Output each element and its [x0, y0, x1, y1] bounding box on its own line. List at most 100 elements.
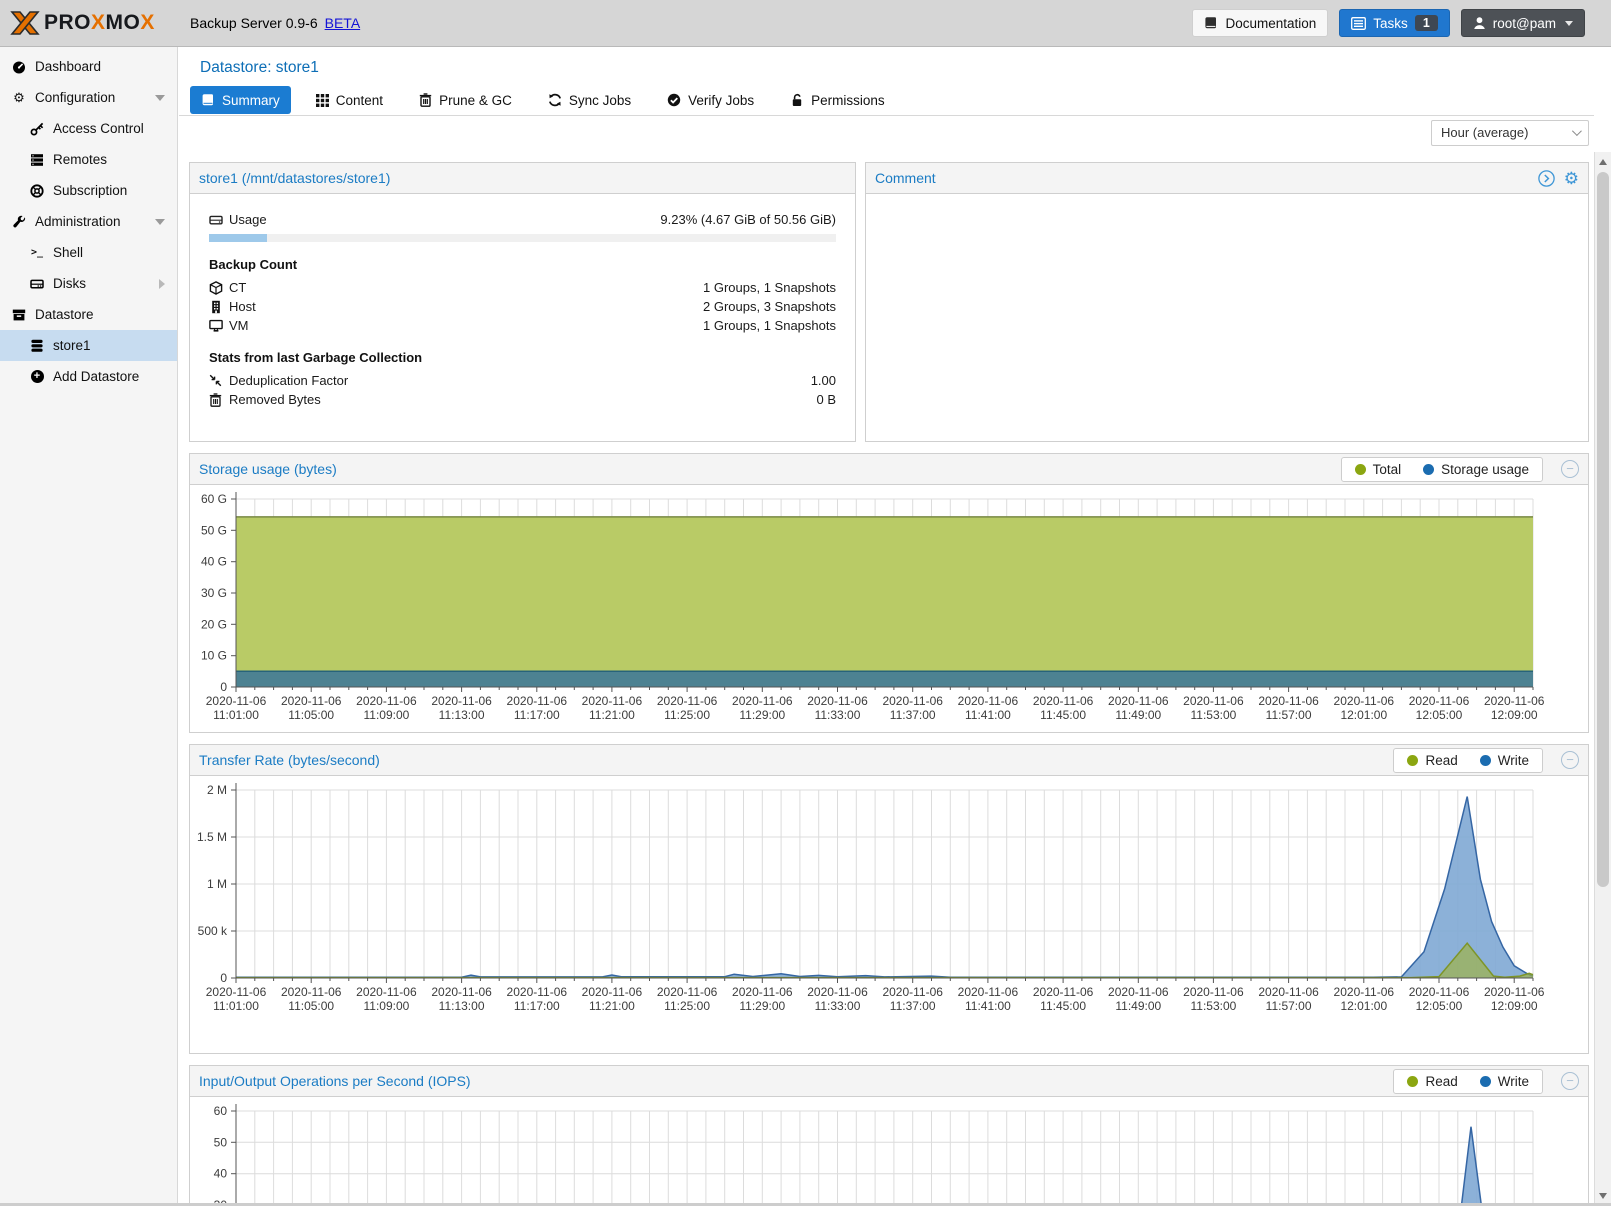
trash-icon: [419, 93, 432, 107]
tab-verify-jobs[interactable]: Verify Jobs: [656, 86, 765, 114]
tab-summary[interactable]: Summary: [190, 86, 291, 114]
gears-icon: ⚙: [11, 90, 27, 106]
tab-prune-gc[interactable]: Prune & GC: [408, 86, 523, 114]
key-icon: [29, 122, 45, 136]
time-range-select[interactable]: Hour (average): [1431, 120, 1589, 146]
svg-text:11:29:00: 11:29:00: [739, 999, 785, 1013]
svg-text:2020-11-06: 2020-11-06: [1409, 694, 1470, 708]
svg-text:2020-11-06: 2020-11-06: [1334, 985, 1395, 999]
user-menu-button[interactable]: root@pam: [1461, 9, 1585, 37]
svg-text:0: 0: [220, 971, 227, 985]
expand-caret-icon[interactable]: [159, 279, 165, 289]
svg-text:11:49:00: 11:49:00: [1115, 708, 1161, 722]
svg-text:20 G: 20 G: [201, 617, 227, 631]
app-header: PROXMOX Backup Server 0.9-6 BETA Documen…: [0, 0, 1611, 47]
vm-row: VM 1 Groups, 1 Snapshots: [209, 316, 836, 335]
sidebar-item-datastore[interactable]: Datastore: [0, 299, 177, 330]
scroll-up-arrow-icon[interactable]: [1599, 159, 1607, 165]
sidebar-item-remotes[interactable]: Remotes: [0, 144, 177, 175]
svg-text:11:37:00: 11:37:00: [890, 999, 936, 1013]
collapse-chart-icon[interactable]: −: [1561, 460, 1579, 478]
backup-count-heading: Backup Count: [209, 257, 836, 272]
svg-text:2020-11-06: 2020-11-06: [356, 694, 417, 708]
svg-text:0: 0: [220, 680, 227, 694]
svg-text:11:37:00: 11:37:00: [890, 708, 936, 722]
svg-text:2020-11-06: 2020-11-06: [958, 985, 1019, 999]
svg-text:50: 50: [214, 1135, 228, 1149]
svg-text:11:17:00: 11:17:00: [514, 708, 560, 722]
svg-text:11:57:00: 11:57:00: [1266, 999, 1312, 1013]
svg-text:11:53:00: 11:53:00: [1190, 708, 1236, 722]
sidebar-item-configuration[interactable]: ⚙ Configuration: [0, 82, 177, 113]
sidebar-item-access-control[interactable]: Access Control: [0, 113, 177, 144]
chevron-right-circle-icon[interactable]: [1538, 170, 1555, 187]
svg-text:11:21:00: 11:21:00: [589, 708, 635, 722]
chart-legend: Read Write: [1393, 1069, 1543, 1094]
grid-icon: [316, 94, 329, 107]
svg-text:2020-11-06: 2020-11-06: [1183, 694, 1244, 708]
task-list-icon: [1351, 17, 1366, 30]
terminal-icon: >_: [29, 247, 45, 258]
storage-usage-panel: Storage usage (bytes) Total Storage usag…: [189, 453, 1589, 733]
hdd-icon: [209, 213, 229, 227]
svg-text:2020-11-06: 2020-11-06: [1108, 694, 1169, 708]
sidebar-item-subscription[interactable]: Subscription: [0, 175, 177, 206]
svg-text:11:21:00: 11:21:00: [589, 999, 635, 1013]
sidebar-item-shell[interactable]: >_ Shell: [0, 237, 177, 268]
documentation-button[interactable]: Documentation: [1192, 9, 1328, 37]
svg-text:2020-11-06: 2020-11-06: [1183, 985, 1244, 999]
chart-legend: Total Storage usage: [1341, 457, 1543, 482]
svg-text:2020-11-06: 2020-11-06: [206, 985, 267, 999]
dashboard-icon: [11, 60, 27, 74]
svg-text:12:09:00: 12:09:00: [1491, 999, 1538, 1013]
sidebar-item-administration[interactable]: Administration: [0, 206, 177, 237]
svg-text:12:01:00: 12:01:00: [1340, 708, 1387, 722]
svg-text:2020-11-06: 2020-11-06: [1258, 694, 1319, 708]
host-row: Host 2 Groups, 3 Snapshots: [209, 297, 836, 316]
collapse-caret-icon[interactable]: [155, 95, 165, 101]
svg-text:40 G: 40 G: [201, 555, 227, 569]
desktop-icon: [209, 319, 229, 333]
svg-text:11:01:00: 11:01:00: [213, 999, 259, 1013]
archive-box-icon: [11, 308, 27, 322]
comment-body[interactable]: [866, 194, 1588, 214]
scrollbar-thumb[interactable]: [1597, 172, 1609, 887]
svg-text:2020-11-06: 2020-11-06: [657, 694, 718, 708]
transfer-rate-panel: Transfer Rate (bytes/second) Read Write …: [189, 744, 1589, 1054]
tab-sync-jobs[interactable]: Sync Jobs: [537, 86, 642, 114]
svg-text:2020-11-06: 2020-11-06: [1258, 985, 1319, 999]
gear-icon[interactable]: ⚙: [1564, 170, 1579, 187]
sidebar-item-store1[interactable]: store1: [0, 330, 177, 361]
collapse-chart-icon[interactable]: −: [1561, 1072, 1579, 1090]
legend-dot-storage-usage: [1423, 464, 1434, 475]
svg-text:2020-11-06: 2020-11-06: [281, 985, 342, 999]
collapse-chart-icon[interactable]: −: [1561, 751, 1579, 769]
sidebar-item-dashboard[interactable]: Dashboard: [0, 51, 177, 82]
svg-text:11:53:00: 11:53:00: [1190, 999, 1236, 1013]
transfer-rate-chart: 0500 k1 M1.5 M2 M2020-11-0611:01:002020-…: [192, 778, 1544, 1018]
beta-link[interactable]: BETA: [325, 15, 361, 31]
svg-text:30 G: 30 G: [201, 586, 227, 600]
svg-text:11:13:00: 11:13:00: [439, 999, 485, 1013]
svg-text:50 G: 50 G: [201, 523, 227, 537]
svg-text:11:45:00: 11:45:00: [1040, 708, 1086, 722]
ct-row: CT 1 Groups, 1 Snapshots: [209, 278, 836, 297]
usage-row: Usage 9.23% (4.67 GiB of 50.56 GiB): [209, 210, 836, 229]
chart-title: Input/Output Operations per Second (IOPS…: [199, 1073, 471, 1089]
tab-bar: Summary Content Prune & GC: [179, 79, 1594, 116]
svg-text:11:17:00: 11:17:00: [514, 999, 560, 1013]
svg-text:11:33:00: 11:33:00: [815, 708, 861, 722]
tab-content[interactable]: Content: [305, 86, 394, 114]
svg-text:2020-11-06: 2020-11-06: [1409, 985, 1470, 999]
svg-text:11:25:00: 11:25:00: [664, 999, 710, 1013]
scroll-down-arrow-icon[interactable]: [1599, 1193, 1607, 1199]
tab-permissions[interactable]: Permissions: [779, 86, 896, 114]
svg-text:11:05:00: 11:05:00: [288, 999, 334, 1013]
collapse-caret-icon[interactable]: [155, 219, 165, 225]
sidebar-item-add-datastore[interactable]: + Add Datastore: [0, 361, 177, 392]
main-content: Datastore: store1 Summary Content: [179, 47, 1594, 1206]
sidebar-item-disks[interactable]: Disks: [0, 268, 177, 299]
vertical-scrollbar[interactable]: [1594, 152, 1611, 1206]
dedup-row: Deduplication Factor 1.00: [209, 371, 836, 390]
tasks-button[interactable]: Tasks 1: [1339, 9, 1449, 37]
